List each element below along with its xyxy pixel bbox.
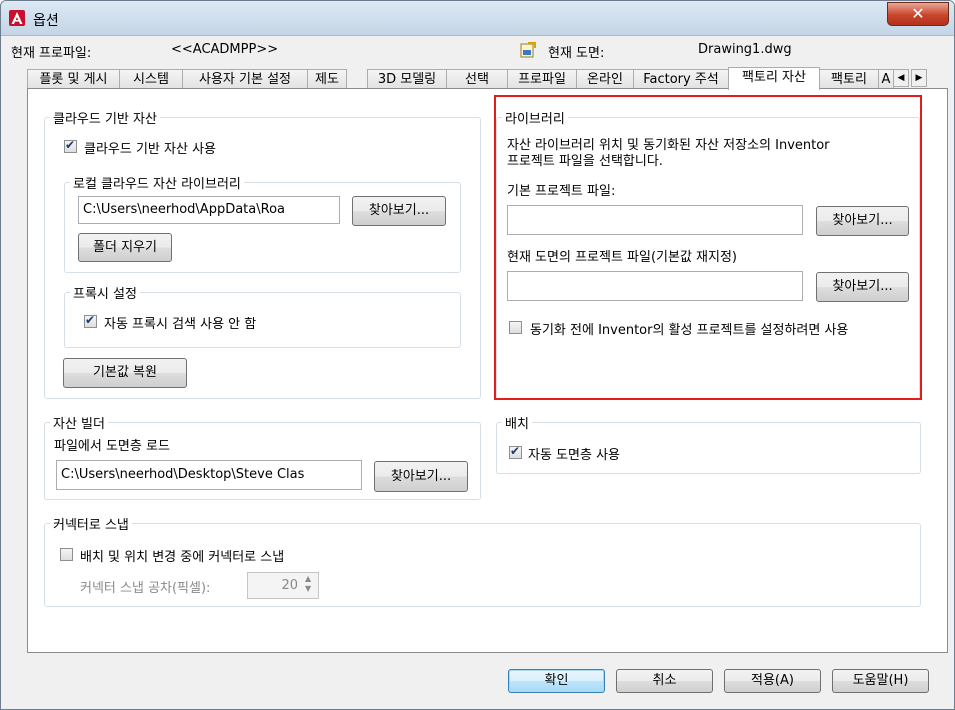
placement-legend: 배치	[502, 413, 532, 432]
auto-layer-checkbox[interactable]	[509, 444, 522, 459]
proxy-settings-legend: 프록시 설정	[70, 283, 140, 302]
apply-button[interactable]: 적용(A)	[724, 669, 821, 693]
asset-builder-path-input[interactable]: C:\Users\neerhod\Desktop\Steve Clas	[56, 460, 362, 490]
tab-system[interactable]: 시스템	[119, 69, 183, 88]
tab-strip: 플롯 및 게시 시스템 사용자 기본 설정 제도 3D 모델링 선택 프로파일 …	[27, 67, 929, 90]
current-profile-label: 현재 프로파일:	[11, 46, 92, 61]
tab-scroll-left-icon[interactable]: ◀	[893, 69, 909, 87]
use-cloud-assets-label: 클라우드 기반 자산 사용	[84, 142, 216, 157]
current-profile-value: <<ACADMPP>>	[171, 42, 279, 57]
connector-snap-legend: 커넥터로 스냅	[50, 514, 132, 533]
close-button[interactable]: ✕	[887, 2, 949, 26]
tab-overflow[interactable]: A	[878, 69, 894, 88]
default-project-browse-button[interactable]: 찾아보기...	[816, 206, 909, 236]
snap-tolerance-label: 커넥터 스냅 공차(픽셀):	[80, 581, 211, 596]
title-bar[interactable]: 옵션 ✕	[1, 1, 954, 36]
current-project-input[interactable]	[507, 271, 803, 301]
sync-inventor-project-checkbox[interactable]	[509, 321, 522, 334]
cloud-assets-legend: 클라우드 기반 자산	[50, 108, 160, 127]
tab-user-preferences[interactable]: 사용자 기본 설정	[182, 69, 308, 88]
options-dialog: 옵션 ✕ 현재 프로파일: <<ACADMPP>> 현재 도면: Drawing…	[0, 0, 955, 710]
tab-3d-modeling[interactable]: 3D 모델링	[367, 69, 447, 88]
auto-proxy-label: 자동 프록시 검색 사용 안 함	[104, 317, 257, 332]
tab-panel: 클라우드 기반 자산 클라우드 기반 자산 사용 로컬 클라우드 자산 라이브러…	[27, 88, 948, 653]
ok-button[interactable]: 확인	[508, 669, 605, 693]
auto-layer-label: 자동 도면층 사용	[528, 448, 620, 463]
drawing-icon	[520, 42, 536, 58]
local-library-legend: 로컬 클라우드 자산 라이브러리	[70, 173, 244, 192]
auto-proxy-checkbox[interactable]	[84, 313, 97, 328]
local-library-browse-button[interactable]: 찾아보기...	[352, 196, 446, 226]
use-cloud-assets-checkbox[interactable]	[64, 138, 77, 153]
current-drawing-value: Drawing1.dwg	[698, 42, 792, 57]
cancel-button[interactable]: 취소	[616, 669, 713, 693]
snap-to-connector-label: 배치 및 위치 변경 중에 커넥터로 스냅	[80, 550, 285, 565]
tab-plot-publish[interactable]: 플롯 및 게시	[27, 69, 120, 88]
current-drawing-label: 현재 도면:	[548, 46, 605, 61]
current-project-label: 현재 도면의 프로젝트 파일(기본값 재지정)	[507, 250, 737, 265]
local-library-path-input[interactable]: C:\Users\neerhod\AppData\Roa	[78, 196, 340, 224]
restore-defaults-button[interactable]: 기본값 복원	[63, 358, 187, 388]
default-project-label: 기본 프로젝트 파일:	[507, 184, 616, 199]
asset-builder-browse-button[interactable]: 찾아보기...	[374, 461, 468, 492]
tab-selection[interactable]: 선택	[446, 69, 508, 88]
asset-builder-legend: 자산 빌더	[50, 413, 108, 432]
help-button[interactable]: 도움말(H)	[832, 669, 929, 693]
tab-factory-assets[interactable]: 팩토리 자산	[728, 67, 820, 90]
snap-to-connector-checkbox[interactable]	[60, 548, 73, 561]
default-project-input[interactable]	[507, 205, 803, 235]
tab-profiles[interactable]: 프로파일	[507, 69, 577, 88]
library-legend: 라이브러리	[502, 108, 568, 127]
tab-factory[interactable]: 팩토리	[819, 69, 879, 88]
tab-drafting[interactable]: 제도	[307, 69, 347, 88]
autocad-logo-icon	[9, 10, 25, 26]
spinner-arrows-icon[interactable]: ▲ ▼	[305, 574, 311, 594]
library-description-line2: 프로젝트 파일을 선택합니다.	[507, 154, 663, 169]
sync-inventor-project-label: 동기화 전에 Inventor의 활성 프로젝트를 설정하려면 사용	[530, 323, 849, 338]
tab-online[interactable]: 온라인	[576, 69, 634, 88]
load-layers-label: 파일에서 도면층 로드	[54, 439, 170, 454]
close-icon: ✕	[911, 4, 925, 23]
tab-scroll-right-icon[interactable]: ▶	[911, 69, 927, 87]
window-title: 옵션	[33, 13, 59, 29]
current-project-browse-button[interactable]: 찾아보기...	[816, 272, 909, 302]
tab-factory-annotation[interactable]: Factory 주석	[633, 69, 729, 88]
clear-folder-button[interactable]: 폴더 지우기	[78, 233, 172, 262]
